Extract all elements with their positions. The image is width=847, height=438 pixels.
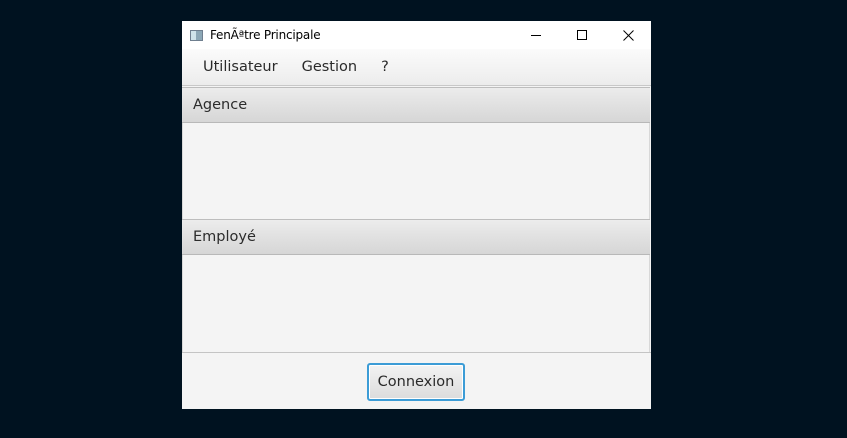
menu-gestion[interactable]: Gestion (290, 49, 370, 86)
main-window: FenÃªtre Principale Utilisateur Gestion … (182, 21, 651, 409)
maximize-button[interactable] (559, 21, 605, 49)
minimize-icon (531, 35, 541, 36)
connect-button[interactable]: Connexion (367, 363, 465, 401)
menu-help[interactable]: ? (369, 49, 401, 86)
title-bar[interactable]: FenÃªtre Principale (182, 21, 651, 49)
pane-content-agence (182, 123, 650, 219)
button-bar: Connexion (182, 352, 651, 409)
close-icon (622, 29, 634, 41)
window-title: FenÃªtre Principale (210, 28, 321, 42)
menu-utilisateur[interactable]: Utilisateur (191, 49, 290, 86)
close-button[interactable] (605, 21, 651, 49)
pane-header-employe[interactable]: Employé (182, 219, 650, 255)
window-controls (513, 21, 651, 49)
minimize-button[interactable] (513, 21, 559, 49)
pane-content-employe (182, 255, 650, 352)
menu-bar: Utilisateur Gestion ? (182, 49, 651, 86)
app-icon (190, 29, 203, 41)
pane-header-agence[interactable]: Agence (182, 87, 650, 123)
maximize-icon (577, 30, 587, 40)
